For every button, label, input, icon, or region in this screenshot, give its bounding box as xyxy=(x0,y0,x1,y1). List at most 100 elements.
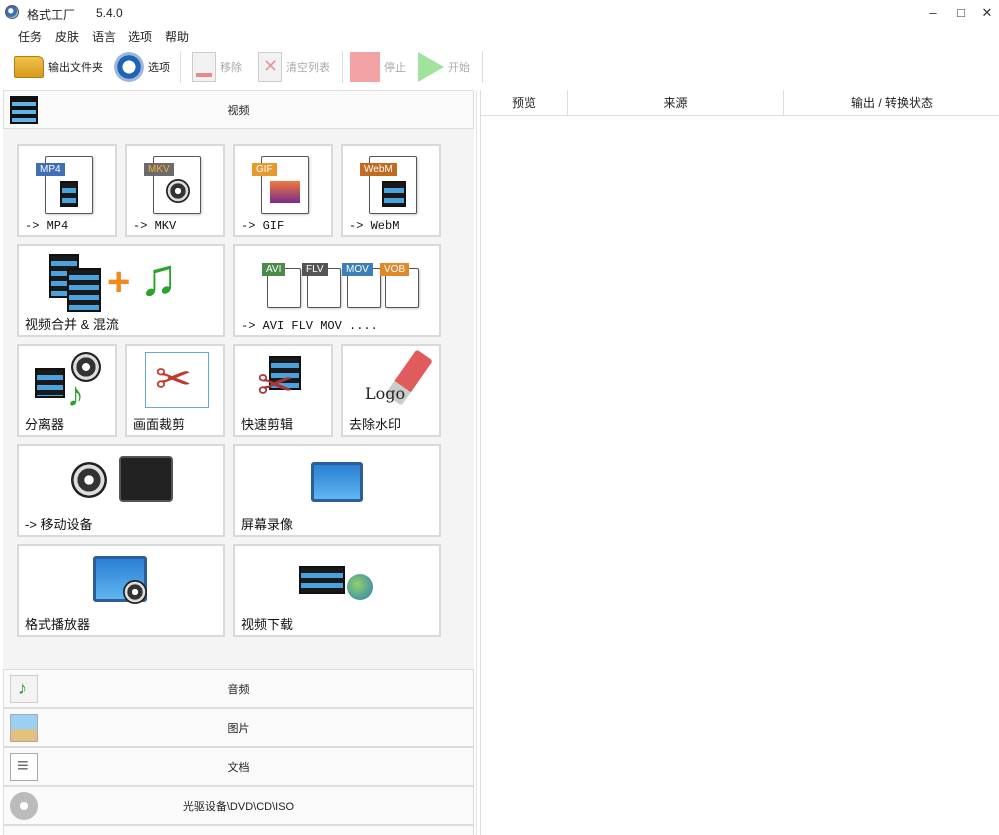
scissors-icon: ✂ xyxy=(257,361,294,410)
screen-record-icon xyxy=(311,462,363,502)
tile-to-mp4[interactable]: MP4 -> MP4 xyxy=(17,144,117,237)
tile-label: -> MP4 xyxy=(25,219,69,233)
play-icon xyxy=(418,52,444,82)
menu-bar: 任务 皮肤 语言 选项 帮助 xyxy=(0,26,999,46)
gif-tag: GIF xyxy=(252,163,277,176)
tile-to-webm[interactable]: WebM -> WebM xyxy=(341,144,441,237)
tile-quick-cut[interactable]: ✂ 快速剪辑 xyxy=(233,344,333,437)
film-icon xyxy=(299,566,345,594)
category-image-header[interactable]: 图片 xyxy=(3,708,474,747)
task-list: 预览 来源 输出 / 转换状态 xyxy=(480,90,999,835)
category-video-label: 视频 xyxy=(227,104,250,117)
video-tiles-grid: MP4 -> MP4 MKV -> MKV GIF -> GIF WebM ->… xyxy=(3,129,474,669)
stop-label: 停止 xyxy=(384,62,406,74)
tile-label: 屏幕录像 xyxy=(241,517,294,532)
output-folder-label: 输出文件夹 xyxy=(48,62,103,74)
tile-video-download[interactable]: 视频下载 xyxy=(233,544,441,637)
mov-tag: MOV xyxy=(342,263,373,276)
options-gear-icon xyxy=(114,52,144,82)
column-preview[interactable]: 预览 xyxy=(481,90,568,116)
gif-file-icon: GIF xyxy=(252,156,309,214)
scissors-icon: ✂ xyxy=(155,355,192,404)
plus-icon: + xyxy=(107,260,131,304)
film-icon xyxy=(67,268,101,312)
tile-player[interactable]: 格式播放器 xyxy=(17,544,225,637)
vob-tag: VOB xyxy=(380,263,410,276)
category-audio-label: 音频 xyxy=(227,683,250,696)
tile-screen-record[interactable]: 屏幕录像 xyxy=(233,444,441,537)
category-image-label: 图片 xyxy=(227,722,250,735)
tile-video-merge[interactable]: + ♫ 视频合并 & 混流 xyxy=(17,244,225,337)
document-icon xyxy=(10,753,38,781)
menu-options[interactable]: 选项 xyxy=(128,28,152,45)
category-disc-header[interactable]: 光驱设备\DVD\CD\ISO xyxy=(3,786,474,825)
image-icon xyxy=(10,714,38,742)
toolbar-separator xyxy=(342,51,343,83)
toolbar-separator xyxy=(180,51,181,83)
tile-label: -> 移动设备 xyxy=(25,517,93,532)
app-logo-icon xyxy=(5,5,19,19)
clear-list-button[interactable]: 清空列表 xyxy=(258,51,330,83)
remove-button[interactable]: 移除 xyxy=(192,51,242,83)
stop-button[interactable]: 停止 xyxy=(350,51,406,83)
category-more-header[interactable] xyxy=(3,825,474,835)
tile-label: 视频下载 xyxy=(241,617,294,632)
tile-to-mkv[interactable]: MKV -> MKV xyxy=(125,144,225,237)
tile-label: -> MKV xyxy=(133,219,177,233)
webm-tag: WebM xyxy=(360,163,397,176)
panel-divider[interactable] xyxy=(476,90,477,835)
tile-to-gif[interactable]: GIF -> GIF xyxy=(233,144,333,237)
tile-label: -> WebM xyxy=(349,219,400,233)
reel-icon xyxy=(166,179,190,203)
minimize-button[interactable]: – xyxy=(918,2,948,24)
category-audio-header[interactable]: 音频 xyxy=(3,669,474,708)
column-source[interactable]: 来源 xyxy=(568,90,784,116)
tile-label: -> AVI FLV MOV .... xyxy=(241,319,378,333)
film-strip-icon xyxy=(10,96,38,124)
tile-label: 分离器 xyxy=(25,417,65,432)
options-button[interactable]: 选项 xyxy=(114,51,170,83)
vob-file-icon: VOB xyxy=(380,263,419,308)
category-document-header[interactable]: 文档 xyxy=(3,747,474,786)
mkv-file-icon: MKV xyxy=(144,156,201,214)
options-label: 选项 xyxy=(148,62,170,74)
tile-splitter[interactable]: ♪ 分离器 xyxy=(17,344,117,437)
column-output-status[interactable]: 输出 / 转换状态 xyxy=(784,90,999,116)
clear-list-label: 清空列表 xyxy=(286,62,330,74)
film-icon xyxy=(382,181,406,207)
mp4-file-icon: MP4 xyxy=(36,156,93,214)
logo-text: Logo xyxy=(365,384,406,403)
folder-icon xyxy=(14,56,44,78)
tile-mobile-device[interactable]: -> 移动设备 xyxy=(17,444,225,537)
reel-icon xyxy=(71,462,107,498)
category-disc-label: 光驱设备\DVD\CD\ISO xyxy=(182,800,295,813)
start-button[interactable]: 开始 xyxy=(418,51,470,83)
reel-icon xyxy=(123,580,147,604)
flv-tag: FLV xyxy=(302,263,328,276)
sunset-image-icon xyxy=(270,181,300,203)
remove-label: 移除 xyxy=(220,62,242,74)
menu-language[interactable]: 语言 xyxy=(92,28,116,45)
flv-file-icon: FLV xyxy=(302,263,341,308)
tile-label: 去除水印 xyxy=(349,417,402,432)
title-bar: 格式工厂 5.4.0 – □ ✕ xyxy=(0,0,999,26)
tile-remove-watermark[interactable]: Logo 去除水印 xyxy=(341,344,441,437)
output-folder-button[interactable]: 输出文件夹 xyxy=(14,51,103,83)
close-button[interactable]: ✕ xyxy=(972,2,999,24)
tile-crop[interactable]: ✂ 画面裁剪 xyxy=(125,344,225,437)
menu-help[interactable]: 帮助 xyxy=(165,28,189,45)
tile-to-other-formats[interactable]: AVI FLV MOV VOB -> AVI FLV MOV .... xyxy=(233,244,441,337)
music-note-icon xyxy=(10,675,38,703)
tile-label: -> GIF xyxy=(241,219,285,233)
category-video-header[interactable]: 视频 xyxy=(3,90,474,129)
menu-task[interactable]: 任务 xyxy=(18,28,42,45)
film-icon xyxy=(35,368,65,398)
start-label: 开始 xyxy=(448,62,470,74)
smartphone-icon xyxy=(119,456,173,502)
music-note-icon: ♫ xyxy=(139,249,178,307)
toolbar: 输出文件夹 选项 移除 清空列表 停止 开始 xyxy=(0,47,999,89)
menu-skin[interactable]: 皮肤 xyxy=(55,28,79,45)
avi-file-icon: AVI xyxy=(262,263,301,308)
tile-label: 画面裁剪 xyxy=(133,417,186,432)
music-note-icon: ♪ xyxy=(67,376,84,414)
